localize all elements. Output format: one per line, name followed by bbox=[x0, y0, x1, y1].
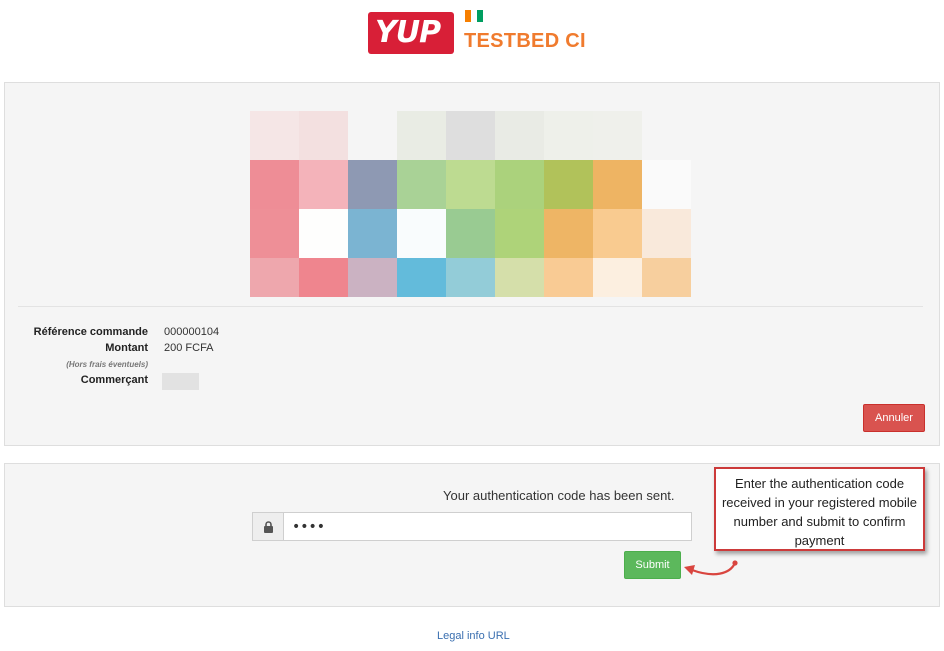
auth-code-input-group bbox=[252, 512, 692, 541]
qr-cell bbox=[299, 258, 348, 297]
divider bbox=[18, 306, 923, 307]
qr-cell bbox=[299, 209, 348, 258]
lock-icon bbox=[253, 513, 284, 540]
logo-text: YUP bbox=[375, 15, 441, 50]
qr-cell bbox=[495, 160, 544, 209]
merchant-value bbox=[162, 373, 199, 390]
qr-cell bbox=[544, 258, 593, 297]
qr-cell bbox=[642, 160, 691, 209]
qr-cell bbox=[593, 160, 642, 209]
qr-cell bbox=[446, 160, 495, 209]
auth-code-input[interactable] bbox=[284, 513, 691, 540]
qr-cell bbox=[446, 258, 495, 297]
amount-label: Montant bbox=[105, 342, 148, 354]
instruction-callout: Enter the authentication code received i… bbox=[714, 467, 925, 551]
qr-cell bbox=[348, 160, 397, 209]
qr-cell bbox=[642, 209, 691, 258]
qr-cell bbox=[250, 209, 299, 258]
flag-stripe-green bbox=[477, 10, 483, 22]
qr-cell bbox=[495, 258, 544, 297]
reference-label: Référence commande bbox=[33, 326, 148, 338]
qr-cell bbox=[495, 111, 544, 160]
brand-title: TESTBED CI bbox=[464, 30, 586, 52]
qr-cell bbox=[397, 209, 446, 258]
qr-cell bbox=[397, 111, 446, 160]
submit-button[interactable]: Submit bbox=[624, 551, 681, 579]
qr-cell bbox=[544, 209, 593, 258]
qr-cell bbox=[250, 258, 299, 297]
qr-cell bbox=[446, 209, 495, 258]
qr-cell bbox=[397, 160, 446, 209]
fees-note: (Hors frais éventuels) bbox=[66, 360, 148, 369]
qr-code-image bbox=[250, 111, 691, 297]
qr-cell bbox=[299, 111, 348, 160]
qr-cell bbox=[544, 111, 593, 160]
qr-cell bbox=[593, 209, 642, 258]
amount-value: 200 FCFA bbox=[164, 342, 214, 354]
qr-cell bbox=[348, 209, 397, 258]
qr-cell bbox=[250, 160, 299, 209]
qr-cell bbox=[299, 160, 348, 209]
qr-cell bbox=[642, 111, 691, 160]
qr-cell bbox=[495, 209, 544, 258]
qr-cell bbox=[593, 258, 642, 297]
qr-cell bbox=[446, 111, 495, 160]
cancel-button[interactable]: Annuler bbox=[863, 404, 925, 432]
merchant-label: Commerçant bbox=[80, 374, 148, 386]
reference-value: 000000104 bbox=[164, 326, 220, 338]
qr-cell bbox=[642, 258, 691, 297]
qr-cell bbox=[544, 160, 593, 209]
qr-cell bbox=[397, 258, 446, 297]
qr-cell bbox=[593, 111, 642, 160]
ivory-coast-flag-icon bbox=[465, 10, 483, 22]
legal-info-link[interactable]: Legal info URL bbox=[437, 630, 510, 642]
yup-logo: YUP bbox=[368, 12, 454, 54]
curved-arrow-icon bbox=[684, 560, 738, 576]
qr-cell bbox=[348, 258, 397, 297]
qr-cell bbox=[348, 111, 397, 160]
auth-code-sent-message: Your authentication code has been sent. bbox=[443, 488, 675, 503]
qr-cell bbox=[250, 111, 299, 160]
